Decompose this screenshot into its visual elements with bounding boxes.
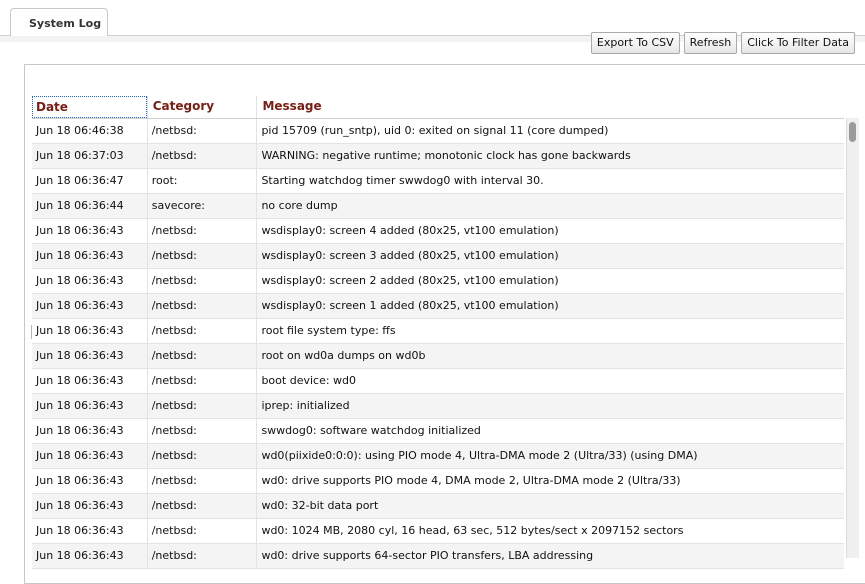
cell-date: Jun 18 06:36:43 <box>36 274 124 287</box>
cell-message: wd0: 1024 MB, 2080 cyl, 16 head, 63 sec,… <box>256 519 844 543</box>
cell-date: Jun 18 06:36:43 <box>36 399 124 412</box>
cell-category: /netbsd: <box>146 544 257 568</box>
table-row[interactable]: Jun 18 06:36:43/netbsd: wd0: 32-bit data … <box>32 494 844 519</box>
table-header: Date Category Message <box>32 96 844 119</box>
table-row[interactable]: Jun 18 06:36:43/netbsd: root on wd0a dump… <box>32 344 844 369</box>
cell-message: wd0: 32-bit data port <box>256 494 844 518</box>
table-row[interactable]: Jun 18 06:36:43/netbsd: wd0: drive suppor… <box>32 469 844 494</box>
cell-category: /netbsd: <box>146 219 257 243</box>
cell-message: wsdisplay0: screen 2 added (80x25, vt100… <box>256 269 844 293</box>
cell-category: /netbsd: <box>146 244 257 268</box>
cell-date: Jun 18 06:37:03 <box>36 149 124 162</box>
log-table: Date Category Message Jun 18 06:46:38/ne… <box>32 96 844 569</box>
cell-date: Jun 18 06:36:43 <box>36 249 124 262</box>
cell-date: Jun 18 06:36:43 <box>36 324 124 337</box>
cell-date: Jun 18 06:36:44 <box>36 199 124 212</box>
table-row[interactable]: Jun 18 06:36:47 root: Starting watchdog ti… <box>32 169 844 194</box>
table-row[interactable]: Jun 18 06:36:43/netbsd: wd0(piixide0:0:0)… <box>32 444 844 469</box>
column-header-message[interactable]: Message <box>256 96 844 118</box>
cell-date: Jun 18 06:36:43 <box>36 549 124 562</box>
table-row[interactable]: Jun 18 06:46:38/netbsd: pid 15709 (run_sn… <box>32 119 844 144</box>
table-row[interactable]: Jun 18 06:36:43/netbsd: swwdog0: software… <box>32 419 844 444</box>
cell-message: wsdisplay0: screen 1 added (80x25, vt100… <box>256 294 844 318</box>
table-row[interactable]: Jun 18 06:36:43/netbsd: root file system … <box>32 319 844 344</box>
table-row[interactable]: Jun 18 06:36:43/netbsd: wsdisplay0: scree… <box>32 219 844 244</box>
cell-message: wsdisplay0: screen 4 added (80x25, vt100… <box>256 219 844 243</box>
cell-category: /netbsd: <box>146 469 257 493</box>
cell-message: no core dump <box>256 194 844 218</box>
cell-category: /netbsd: <box>146 294 257 318</box>
cell-message: Starting watchdog timer swwdog0 with int… <box>256 169 844 193</box>
filter-data-button[interactable]: Click To Filter Data <box>741 32 855 54</box>
table-row[interactable]: Jun 18 06:36:43/netbsd: wsdisplay0: scree… <box>32 269 844 294</box>
cell-date: Jun 18 06:36:47 <box>36 174 124 187</box>
cell-category: /netbsd: <box>146 419 257 443</box>
cell-date: Jun 18 06:36:43 <box>36 449 124 462</box>
table-row[interactable]: Jun 18 06:36:43/netbsd: boot device: wd0 <box>32 369 844 394</box>
cell-message: wd0(piixide0:0:0): using PIO mode 4, Ult… <box>256 444 844 468</box>
cell-date: Jun 18 06:36:43 <box>36 424 124 437</box>
table-row[interactable]: Jun 18 06:37:03/netbsd: WARNING: negative… <box>32 144 844 169</box>
cell-category: /netbsd: <box>146 344 257 368</box>
cell-category: /netbsd: <box>146 519 257 543</box>
cell-category: /netbsd: <box>146 444 257 468</box>
cell-date: Jun 18 06:36:43 <box>36 374 124 387</box>
cell-date: Jun 18 06:36:43 <box>36 224 124 237</box>
cell-category: savecore: <box>146 194 257 218</box>
tab-system-log[interactable]: System Log <box>10 8 108 36</box>
table-row[interactable]: Jun 18 06:36:43/netbsd: wd0: drive suppor… <box>32 544 844 569</box>
cell-category: /netbsd: <box>146 494 257 518</box>
cell-date: Jun 18 06:36:43 <box>36 349 124 362</box>
cell-date: Jun 18 06:36:43 <box>36 474 124 487</box>
export-csv-button[interactable]: Export To CSV <box>590 32 680 54</box>
table-row[interactable]: Jun 18 06:36:44 savecore: no core dump <box>32 194 844 219</box>
table-row[interactable]: Jun 18 06:36:43/netbsd: wsdisplay0: scree… <box>32 244 844 269</box>
toolbar: Export To CSV Refresh Click To Filter Da… <box>590 32 855 54</box>
cell-message: pid 15709 (run_sntp), uid 0: exited on s… <box>256 119 844 143</box>
cell-message: wd0: drive supports PIO mode 4, DMA mode… <box>256 469 844 493</box>
cell-category: /netbsd: <box>146 269 257 293</box>
refresh-button[interactable]: Refresh <box>683 32 738 54</box>
column-header-category[interactable]: Category <box>146 96 257 118</box>
table-body: Jun 18 06:46:38/netbsd: pid 15709 (run_sn… <box>32 119 844 569</box>
table-row[interactable]: Jun 18 06:36:43/netbsd: iprep: initialize… <box>32 394 844 419</box>
cell-message: boot device: wd0 <box>256 369 844 393</box>
vertical-scrollbar[interactable] <box>846 118 859 558</box>
cell-category: root: <box>146 169 257 193</box>
cell-message: wd0: drive supports 64-sector PIO transf… <box>256 544 844 568</box>
cell-date: Jun 18 06:36:43 <box>36 524 124 537</box>
table-row[interactable]: Jun 18 06:36:43/netbsd: wd0: 1024 MB, 208… <box>32 519 844 544</box>
column-header-date[interactable]: Date <box>32 96 147 118</box>
cell-message: wsdisplay0: screen 3 added (80x25, vt100… <box>256 244 844 268</box>
cell-message: iprep: initialized <box>256 394 844 418</box>
cell-category: /netbsd: <box>146 119 257 143</box>
cell-category: /netbsd: <box>146 319 257 343</box>
scrollbar-thumb[interactable] <box>849 122 856 142</box>
table-row[interactable]: Jun 18 06:36:43/netbsd: wsdisplay0: scree… <box>32 294 844 319</box>
cell-category: /netbsd: <box>146 394 257 418</box>
cell-date: Jun 18 06:36:43 <box>36 299 124 312</box>
cell-date: Jun 18 06:46:38 <box>36 124 124 137</box>
cell-message: WARNING: negative runtime; monotonic clo… <box>256 144 844 168</box>
cell-message: root file system type: ffs <box>256 319 844 343</box>
cell-message: swwdog0: software watchdog initialized <box>256 419 844 443</box>
cell-category: /netbsd: <box>146 369 257 393</box>
cell-date: Jun 18 06:36:43 <box>36 499 124 512</box>
cell-message: root on wd0a dumps on wd0b <box>256 344 844 368</box>
cell-category: /netbsd: <box>146 144 257 168</box>
